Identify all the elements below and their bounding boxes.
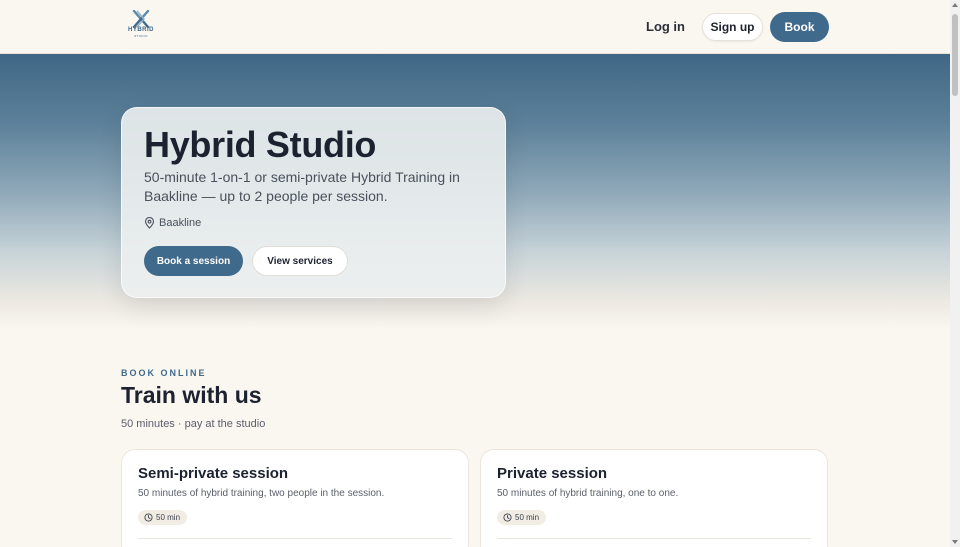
clock-icon [144,513,153,522]
section-subtitle: 50 minutes · pay at the studio [121,418,266,430]
map-pin-icon [144,217,155,229]
scroll-down-icon[interactable] [952,540,958,544]
hybrid-logo-icon [132,10,150,28]
card-divider [497,538,811,539]
book-button[interactable]: Book [770,12,829,42]
duration-badge: 50 min [138,510,188,525]
service-card-private[interactable]: Private session 50 minutes of hybrid tra… [480,449,828,547]
duration-label: 50 min [156,513,181,522]
service-description: 50 minutes of hybrid training, one to on… [497,488,679,499]
section-title: Train with us [121,382,262,408]
book-online-eyebrow: BOOK ONLINE [121,368,207,378]
logo-word: HYBRID [127,27,154,33]
service-description: 50 minutes of hybrid training, two peopl… [138,488,385,499]
hero-card: Hybrid Studio 50-minute 1-on-1 or semi-p… [121,107,506,298]
service-title: Semi-private session [138,465,289,482]
login-link[interactable]: Log in [646,18,685,36]
signup-button[interactable]: Sign up [702,13,763,41]
hero-location: Baakline [144,216,201,230]
page-scrollbar[interactable] [950,0,960,547]
hero-location-label: Baakline [159,217,202,229]
duration-badge: 50 min [497,510,547,525]
logo-sub: STUDIO [134,34,148,38]
card-divider [138,538,452,539]
clock-icon [503,513,512,522]
site-header: HYBRID STUDIO Log in Sign up Book [0,0,950,54]
scroll-up-icon[interactable] [952,3,958,7]
book-session-button[interactable]: Book a session [144,246,243,276]
hero-description: 50-minute 1-on-1 or semi-private Hybrid … [144,169,460,204]
duration-label: 50 min [515,513,540,522]
scrollbar-thumb[interactable] [952,14,958,96]
hero-title: Hybrid Studio [144,124,377,165]
service-title: Private session [497,465,608,482]
view-services-button[interactable]: View services [252,246,348,276]
service-card-semi-private[interactable]: Semi-private session 50 minutes of hybri… [121,449,469,547]
hybrid-logo[interactable]: HYBRID STUDIO [122,10,160,42]
